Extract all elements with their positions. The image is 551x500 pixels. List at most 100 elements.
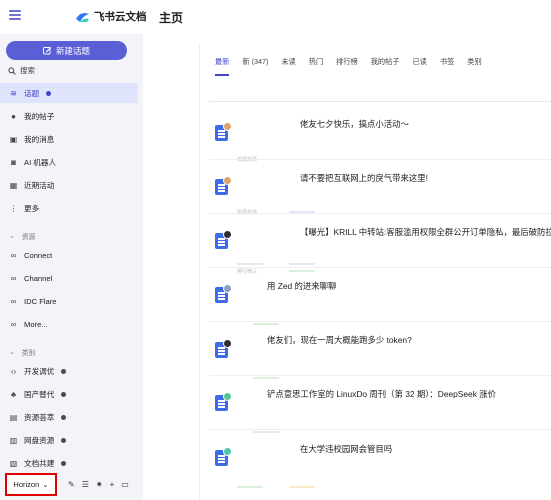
topic-row[interactable]: 在大学违校园网会管目吗 — [209, 430, 551, 488]
link-icon: ∞ — [10, 296, 17, 306]
link-icon: ∞ — [10, 250, 17, 260]
more-icon: ⋮ — [9, 203, 18, 213]
robot-icon: ◙ — [11, 157, 16, 167]
tab-leaderboard[interactable]: 排行榜 — [336, 57, 358, 76]
faint-bar — [237, 486, 263, 488]
sidebar-item-ai-bot[interactable]: ◙ AI 机器人 — [0, 152, 138, 172]
sidebar-item-label: 文档共建 — [24, 458, 55, 468]
topic-row[interactable]: 【曝光】KRILL 中转站:客服滥用权限全群公开订单隐私，最后破防拉黑 — [209, 214, 551, 268]
faint-bar — [237, 263, 263, 265]
sidebar-category-domestic[interactable]: ♣ 国产替代 — [0, 384, 138, 404]
sidebar-item-topics[interactable]: ≋ 话题 — [0, 83, 138, 103]
brand[interactable]: 飞书云文档 — [75, 9, 147, 24]
brand-logo-icon — [76, 12, 89, 22]
categories-section-toggle[interactable]: ⌄ 类别 — [9, 347, 35, 357]
search-button[interactable]: 搜索 — [8, 64, 136, 77]
tab-read[interactable]: 已读 — [412, 57, 426, 76]
sidebar-item-label: 网盘资源 — [24, 435, 55, 445]
faint-tag: 排行榜三 — [237, 269, 258, 275]
faint-bar — [289, 486, 315, 488]
chevron-down-icon: ⌄ — [9, 349, 15, 356]
avatar — [223, 392, 232, 401]
sidebar-item-label: 开发调优 — [24, 366, 55, 376]
topic-row[interactable]: 请不要把互联网上的戾气带来这里! 资源反馈 — [209, 160, 551, 216]
chevron-down-icon: ⌄ — [9, 233, 15, 240]
topic-row[interactable]: 佬友们，现在一周大概能跑多少 token? — [209, 322, 551, 376]
tab-hot[interactable]: 热门 — [309, 57, 323, 76]
sidebar-item-connect[interactable]: ∞ Connect — [0, 245, 138, 265]
gear-icon[interactable]: ✷ — [96, 480, 103, 489]
categories-heading: 类别 — [21, 350, 36, 357]
sidebar-item-recent-activity[interactable]: ▦ 近期活动 — [0, 175, 138, 195]
sidebar-item-channel[interactable]: ∞ Channel — [0, 268, 138, 288]
sidebar-item-messages[interactable]: ▣ 我的消息 — [0, 129, 138, 149]
topic-title[interactable]: 佬友七夕快乐，搞点小活动～ — [300, 118, 409, 130]
category-dot — [61, 437, 67, 443]
doc-icon: ▧ — [9, 458, 18, 468]
topic-title[interactable]: 铲点意思工作室的 LinuxDo 周刊（第 32 期）：DeepSeek 涨价 — [267, 388, 496, 400]
topic-row[interactable]: 用 Zed 的进来聊聊 排行榜三 — [209, 268, 551, 322]
sidebar-item-label: 资源荟萃 — [24, 412, 55, 422]
faint-bar — [253, 323, 279, 325]
unread-dot — [46, 90, 52, 96]
plus-icon[interactable]: + — [110, 480, 115, 489]
avatar — [223, 339, 232, 348]
topic-title[interactable]: 佬友们，现在一周大概能跑多少 token? — [267, 334, 412, 346]
sidebar-item-more[interactable]: ⋮ 更多 — [0, 198, 138, 218]
tab-unread[interactable]: 未读 — [281, 57, 295, 76]
sidebar-item-my-posts[interactable]: ● 我的帖子 — [0, 106, 138, 126]
search-label: 搜索 — [20, 66, 35, 75]
faint-bar — [289, 263, 315, 265]
sidebar-category-netdisk[interactable]: ▥ 网盘资源 — [0, 430, 138, 450]
category-dot — [61, 460, 67, 466]
calendar-icon: ▦ — [9, 180, 18, 190]
topic-title[interactable]: 请不要把互联网上的戾气带来这里! — [300, 172, 428, 184]
menu-icon[interactable] — [9, 10, 21, 20]
topic-row[interactable]: 铲点意思工作室的 LinuxDo 周刊（第 32 期）：DeepSeek 涨价 — [209, 376, 551, 433]
link-icon: ∞ — [10, 273, 17, 283]
theme-selector[interactable]: Horizon ⌄ — [5, 473, 57, 496]
pen-icon[interactable]: ✎ — [68, 480, 75, 489]
tab-latest[interactable]: 最新 — [215, 57, 230, 76]
topic-tabs: 最新 新 (347) 未读 热门 排行榜 我的帖子 已读 书签 类别 — [215, 57, 495, 76]
layers-icon: ≋ — [10, 88, 17, 98]
keyboard-icon[interactable]: ▭ — [121, 480, 129, 489]
resources-section-toggle[interactable]: ⌄ 资源 — [9, 231, 35, 241]
edit-icon — [43, 47, 52, 55]
sidebar-item-label: More... — [24, 319, 48, 329]
avatar — [223, 176, 232, 185]
cloud-icon: ▥ — [9, 435, 18, 445]
faint-bar — [289, 270, 315, 272]
inbox-icon: ▣ — [9, 134, 18, 144]
category-dot — [61, 414, 67, 420]
topic-title[interactable]: 用 Zed 的进来聊聊 — [267, 280, 336, 292]
tabs-divider — [209, 101, 551, 102]
tab-my-posts[interactable]: 我的帖子 — [371, 57, 400, 76]
new-topic-button[interactable]: 新建话题 — [6, 41, 127, 60]
sidebar-item-label: 国产替代 — [24, 389, 55, 399]
tab-new[interactable]: 新 (347) — [242, 57, 268, 76]
category-dot — [61, 368, 67, 374]
sidebar-item-label: AI 机器人 — [24, 157, 57, 167]
topic-row[interactable]: 佬友七夕快乐，搞点小活动～ 资源反馈 — [209, 106, 551, 163]
list-icon[interactable]: ☰ — [82, 480, 89, 489]
sidebar-item-label: 我的帖子 — [24, 111, 55, 121]
infinity-icon: ∞ — [10, 319, 17, 329]
sidebar-item-idc-flare[interactable]: ∞ IDC Flare — [0, 291, 138, 311]
chevron-down-icon: ⌄ — [42, 480, 49, 489]
sidebar-item-more-resources[interactable]: ∞ More... — [0, 314, 138, 334]
sidebar-item-label: 话题 — [24, 88, 40, 98]
brand-name: 飞书云文档 — [94, 11, 147, 23]
new-topic-label: 新建话题 — [55, 45, 90, 56]
tab-bookmarks[interactable]: 书签 — [440, 57, 454, 76]
avatar — [223, 122, 232, 131]
avatar — [223, 230, 232, 239]
sidebar-item-label: 近期活动 — [24, 180, 55, 190]
topic-title[interactable]: 在大学违校园网会管目吗 — [300, 443, 392, 455]
sidebar-category-dev[interactable]: ‹› 开发调优 — [0, 361, 138, 381]
category-dot — [61, 391, 67, 397]
sidebar-category-resources[interactable]: ▤ 资源荟萃 — [0, 407, 138, 427]
tab-categories[interactable]: 类别 — [467, 57, 481, 76]
avatar — [223, 284, 232, 293]
topic-title[interactable]: 【曝光】KRILL 中转站:客服滥用权限全群公开订单隐私，最后破防拉黑 — [300, 226, 551, 238]
